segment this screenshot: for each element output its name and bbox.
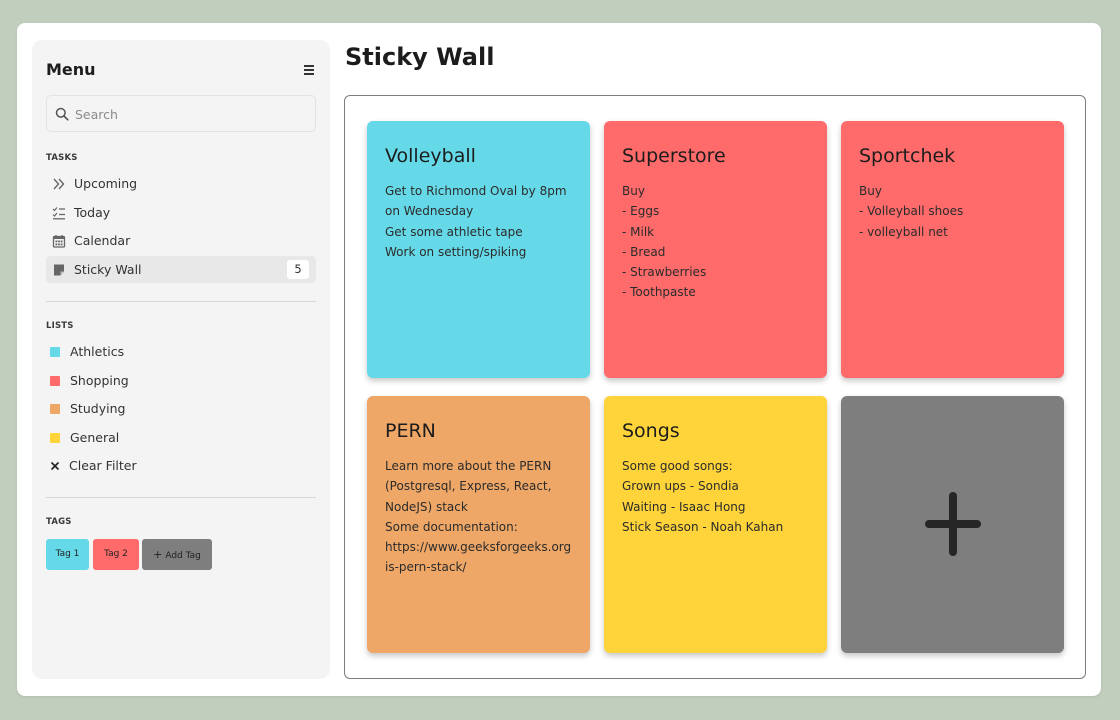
note-line: - Bread bbox=[622, 244, 666, 259]
list-item-athletics[interactable]: Athletics bbox=[46, 340, 316, 364]
menu-title: Menu bbox=[46, 60, 96, 79]
note-body: Buy - Eggs - Milk - Bread - Strawberries… bbox=[622, 181, 812, 303]
note-line: - Toothpaste bbox=[622, 285, 696, 300]
sidebar: Menu TASKS Upcoming bbox=[32, 40, 330, 679]
note-line: - volleyball net bbox=[859, 224, 948, 239]
sticky-note-icon bbox=[54, 264, 64, 276]
clear-filter-button[interactable]: Clear Filter bbox=[46, 454, 316, 478]
sidebar-item-label: Today bbox=[74, 205, 111, 220]
list-item-label: General bbox=[70, 430, 120, 445]
sticky-note-sportchek[interactable]: Sportchek Buy - Volleyball shoes - volle… bbox=[841, 121, 1064, 378]
note-line: https://www.geeksforgeeks.org/ bbox=[385, 540, 571, 555]
sticky-wall-count-badge: 5 bbox=[287, 260, 309, 279]
note-line: Get some athletic tape bbox=[385, 224, 523, 239]
note-body: Learn more about the PERN (Postgresql, E… bbox=[385, 456, 571, 578]
search-box bbox=[46, 95, 316, 132]
list-color-swatch bbox=[50, 433, 60, 443]
note-line: Buy bbox=[622, 184, 645, 198]
note-line: on Wednesday bbox=[385, 204, 474, 219]
list-item-general[interactable]: General bbox=[46, 426, 316, 450]
tasks-section-label: TASKS bbox=[46, 153, 78, 163]
note-line: Learn more about the PERN bbox=[385, 459, 552, 473]
note-line: is-pern-stack/ bbox=[385, 560, 467, 575]
search-input[interactable] bbox=[75, 103, 310, 125]
close-icon bbox=[50, 461, 60, 471]
sticky-note-pern[interactable]: PERN Learn more about the PERN (Postgres… bbox=[367, 396, 590, 653]
sidebar-item-label: Sticky Wall bbox=[74, 262, 142, 277]
note-line: Some documentation: bbox=[385, 519, 518, 534]
note-line: Some good songs: bbox=[622, 459, 733, 473]
double-chevron-right-icon bbox=[53, 178, 65, 190]
list-item-label: Athletics bbox=[70, 344, 125, 359]
sidebar-item-sticky-wall[interactable]: Sticky Wall 5 bbox=[46, 256, 316, 283]
sidebar-item-today[interactable]: Today bbox=[46, 199, 316, 226]
tags-section-label: TAGS bbox=[46, 517, 72, 527]
plus-icon: + bbox=[153, 548, 163, 561]
note-title: Volleyball bbox=[385, 145, 476, 167]
list-item-label: Shopping bbox=[70, 373, 129, 388]
sticky-note-songs[interactable]: Songs Some good songs: Grown ups - Sondi… bbox=[604, 396, 827, 653]
note-line: Grown ups - Sondia bbox=[622, 479, 739, 494]
sidebar-item-upcoming[interactable]: Upcoming bbox=[46, 170, 316, 197]
sticky-wall-board: Volleyball Get to Richmond Oval by 8pm o… bbox=[344, 95, 1086, 679]
sticky-note-volleyball[interactable]: Volleyball Get to Richmond Oval by 8pm o… bbox=[367, 121, 590, 378]
menu-header: Menu bbox=[46, 59, 316, 83]
add-note-button[interactable] bbox=[841, 396, 1064, 653]
sticky-note-superstore[interactable]: Superstore Buy - Eggs - Milk - Bread - S… bbox=[604, 121, 827, 378]
hamburger-menu-icon[interactable] bbox=[302, 62, 316, 78]
list-item-label: Studying bbox=[70, 401, 126, 416]
note-line: - Strawberries bbox=[622, 265, 707, 280]
app-window: Menu TASKS Upcoming bbox=[17, 23, 1101, 696]
checklist-icon bbox=[52, 207, 65, 220]
list-item-shopping[interactable]: Shopping bbox=[46, 369, 316, 393]
sidebar-item-label: Calendar bbox=[74, 233, 131, 248]
note-body: Buy - Volleyball shoes - volleyball net bbox=[859, 181, 1049, 242]
note-body: Some good songs: Grown ups - Sondia Wait… bbox=[622, 456, 812, 537]
note-line: Get to Richmond Oval by 8pm bbox=[385, 184, 567, 198]
note-title: Superstore bbox=[622, 145, 726, 167]
calendar-icon bbox=[52, 235, 66, 248]
tag-chip-1[interactable]: Tag 1 bbox=[46, 539, 89, 570]
list-color-swatch bbox=[50, 347, 60, 357]
search-icon bbox=[55, 107, 69, 121]
clear-filter-label: Clear Filter bbox=[69, 458, 137, 473]
note-line: (Postgresql, Express, React, bbox=[385, 479, 552, 494]
list-item-studying[interactable]: Studying bbox=[46, 397, 316, 421]
tag-chip-2[interactable]: Tag 2 bbox=[93, 539, 139, 570]
note-line: Stick Season - Noah Kahan bbox=[622, 519, 784, 534]
divider bbox=[46, 301, 316, 302]
sidebar-item-label: Upcoming bbox=[74, 176, 138, 191]
list-color-swatch bbox=[50, 404, 60, 414]
sidebar-item-calendar[interactable]: Calendar bbox=[46, 227, 316, 254]
note-line: Waiting - Isaac Hong bbox=[622, 499, 746, 514]
note-title: PERN bbox=[385, 420, 436, 442]
note-line: Work on setting/spiking bbox=[385, 244, 527, 259]
note-line: - Volleyball shoes bbox=[859, 204, 964, 219]
add-tag-label: Add Tag bbox=[165, 551, 201, 561]
note-line: Buy bbox=[859, 184, 882, 198]
note-title: Songs bbox=[622, 420, 680, 442]
page-title: Sticky Wall bbox=[345, 43, 495, 71]
note-line: - Milk bbox=[622, 224, 655, 239]
lists-section-label: LISTS bbox=[46, 321, 74, 331]
list-color-swatch bbox=[50, 376, 60, 386]
add-tag-button[interactable]: + Add Tag bbox=[142, 539, 212, 570]
note-body: Get to Richmond Oval by 8pm on Wednesday… bbox=[385, 181, 575, 262]
divider bbox=[46, 497, 316, 498]
note-title: Sportchek bbox=[859, 145, 956, 167]
note-line: - Eggs bbox=[622, 204, 660, 219]
note-line: NodeJS) stack bbox=[385, 499, 468, 514]
